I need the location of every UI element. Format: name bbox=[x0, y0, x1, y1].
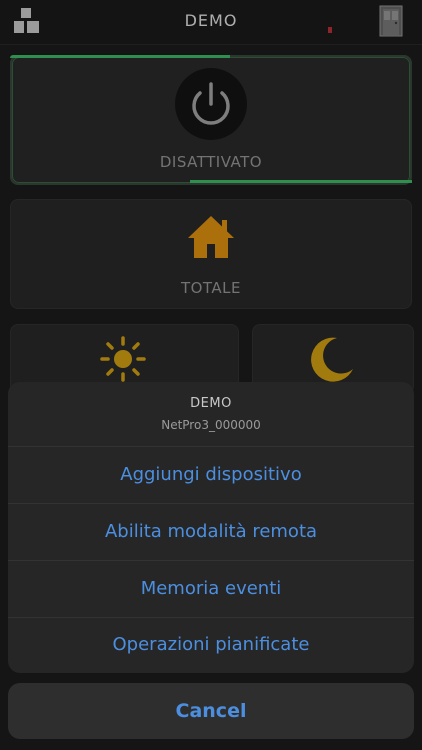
action-sheet-header: DEMO NetPro3_000000 bbox=[8, 382, 414, 447]
cancel-button[interactable]: Cancel bbox=[8, 683, 414, 739]
app-screen: DEMO DISATTIVATO TOTALE DEMO NetPro3_000… bbox=[0, 0, 422, 750]
action-sheet-title: DEMO bbox=[190, 396, 232, 411]
event-memory-option[interactable]: Memoria eventi bbox=[8, 561, 414, 618]
scheduled-operations-option[interactable]: Operazioni pianificate bbox=[8, 617, 414, 673]
action-sheet-subtitle: NetPro3_000000 bbox=[161, 418, 261, 432]
enable-remote-mode-option[interactable]: Abilita modalità remota bbox=[8, 504, 414, 561]
action-sheet: DEMO NetPro3_000000 Aggiungi dispositivo… bbox=[8, 382, 414, 673]
add-device-option[interactable]: Aggiungi dispositivo bbox=[8, 447, 414, 504]
